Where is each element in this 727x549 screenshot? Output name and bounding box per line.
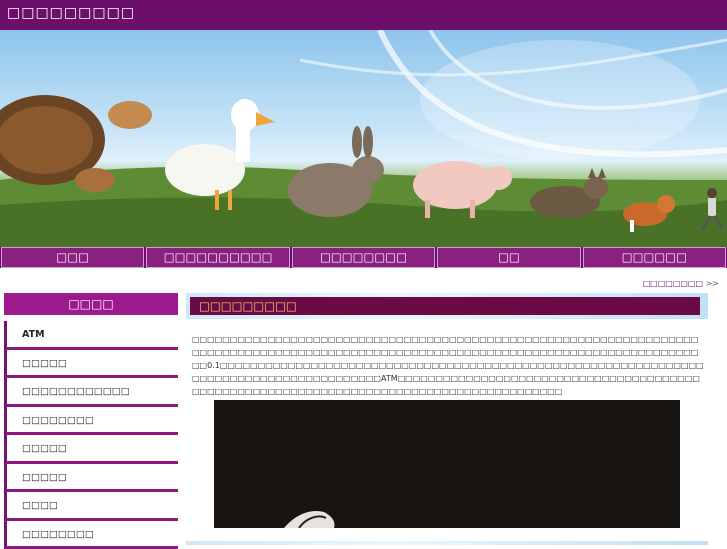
- sidebar-item-5[interactable]: □□□□□: [4, 435, 178, 464]
- sidebar-item-label: ATM: [22, 329, 45, 340]
- sidebar-item-label: □□□□□□□□: [22, 529, 94, 540]
- sidebar-item-label: □□□□□: [22, 443, 67, 454]
- top-header-bar: □□□□□□□□□: [0, 0, 727, 30]
- breadcrumb-link[interactable]: □□□□□□□□: [643, 279, 703, 288]
- video-player[interactable]: [214, 400, 680, 528]
- sidebar-title: □□□□: [4, 293, 178, 315]
- sidebar-item-label: □□□□□□□□: [22, 415, 94, 426]
- sidebar-item-7[interactable]: □□□□: [4, 492, 178, 521]
- sidebar-item-6[interactable]: □□□□□: [4, 464, 178, 493]
- nav-item-2[interactable]: □□□□□□□□□□: [146, 247, 289, 268]
- sidebar-item-4[interactable]: □□□□□□□□: [4, 407, 178, 436]
- sidebar: □□□□ ATM □□□□□ □□□□□□□□□□□□ □□□□□□□□ □□□…: [4, 293, 178, 549]
- nav-item-3[interactable]: □□□□□□□□: [292, 247, 435, 268]
- nav-item-5[interactable]: □□□□□□: [583, 247, 726, 268]
- main-content: □□□□□□□□□ □□□□□□□□□□□□□□□□□□□□□□□□□□□□□□…: [186, 293, 708, 545]
- sidebar-item-label: □□□□□□□□□□□□: [22, 386, 130, 397]
- nav-item-home[interactable]: □□□: [1, 247, 144, 268]
- nav-item-4[interactable]: □□: [437, 247, 580, 268]
- article-text: □□□□□□□□□□□□□□□□□□□□□□□□□□□□□□□□□□□□□□□□…: [192, 333, 704, 398]
- content-bottom-strip: [186, 541, 708, 545]
- main-nav: □□□ □□□□□□□□□□ □□□□□□□□ □□ □□□□□□: [0, 247, 727, 268]
- sidebar-item-label: □□□□□: [22, 472, 67, 483]
- breadcrumb-arrow: >>: [706, 279, 719, 288]
- content-title: □□□□□□□□□: [190, 297, 700, 315]
- banner-image: [0, 30, 727, 248]
- sidebar-item-atm[interactable]: ATM: [4, 321, 178, 350]
- site-title: □□□□□□□□□: [7, 5, 135, 21]
- hands-icon: [284, 511, 335, 528]
- sidebar-item-label: □□□□: [22, 500, 58, 511]
- sidebar-item-label: □□□□□: [22, 358, 67, 369]
- sidebar-item-2[interactable]: □□□□□: [4, 350, 178, 379]
- breadcrumb: □□□□□□□□ >>: [643, 279, 719, 288]
- sidebar-item-3[interactable]: □□□□□□□□□□□□: [4, 378, 178, 407]
